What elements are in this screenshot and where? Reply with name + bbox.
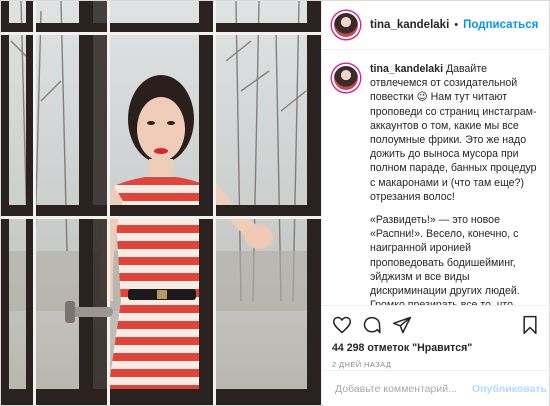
post-photo[interactable]	[1, 1, 321, 405]
caption-avatar[interactable]	[332, 64, 360, 92]
likes-count[interactable]: 44 298 отметок "Нравится"	[332, 342, 539, 354]
caption-text: tina_kandelaki Давайте отвлечемся от соз…	[370, 62, 539, 305]
caption-username[interactable]: tina_kandelaki	[370, 63, 443, 75]
caption-paragraph-2: «Развидеть!» — это новое «Распни!». Весе…	[370, 214, 520, 305]
publish-button[interactable]: Опубликовать	[472, 383, 547, 395]
caption-paragraph-1: tina_kandelaki Давайте отвлечемся от соз…	[370, 63, 537, 203]
post-timestamp[interactable]: 2 ДНЕЙ НАЗАД	[332, 360, 539, 369]
comment-bar: Опубликовать	[323, 370, 549, 406]
avatar[interactable]	[332, 11, 360, 39]
share-icon[interactable]	[392, 315, 412, 335]
heart-icon[interactable]	[332, 315, 352, 335]
action-icons	[332, 312, 539, 338]
username-link[interactable]: tina_kandelaki	[370, 19, 449, 31]
comment-input[interactable]	[333, 381, 472, 396]
caption-area[interactable]: tina_kandelaki Давайте отвлечемся от соз…	[322, 50, 549, 305]
caption-row: tina_kandelaki Давайте отвлечемся от соз…	[332, 62, 539, 305]
separator-dot: •	[454, 19, 459, 31]
post-header: tina_kandelaki • Подписаться	[322, 1, 549, 50]
comment-icon[interactable]	[362, 315, 382, 335]
post-container: tina_kandelaki • Подписаться tina_kandel…	[0, 0, 550, 406]
follow-button[interactable]: Подписаться	[463, 19, 538, 31]
bookmark-icon[interactable]	[521, 315, 539, 335]
photo-illustration	[1, 1, 321, 405]
post-sidebar: tina_kandelaki • Подписаться tina_kandel…	[321, 1, 549, 405]
